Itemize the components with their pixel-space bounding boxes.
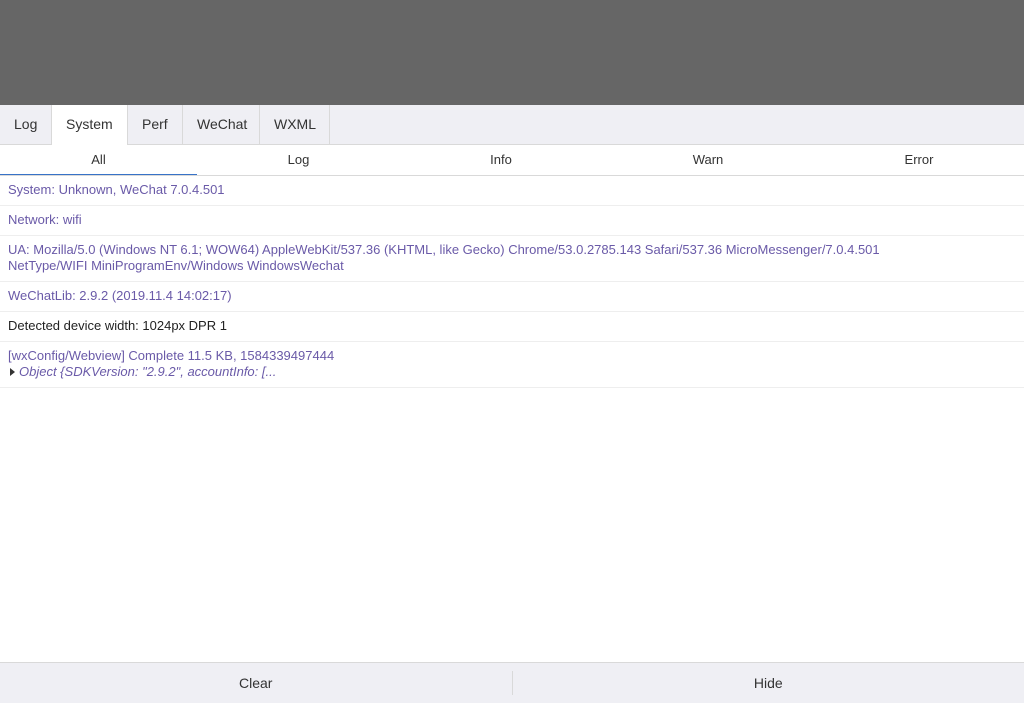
tab-log[interactable]: Log	[0, 105, 52, 144]
tab-perf[interactable]: Perf	[128, 105, 183, 144]
log-item-wxconfig: [wxConfig/Webview] Complete 11.5 KB, 158…	[0, 342, 1024, 388]
object-preview-toggle[interactable]: Object {SDKVersion: "2.9.2", accountInfo…	[8, 364, 1016, 380]
log-item-device-width: Detected device width: 1024px DPR 1	[0, 312, 1024, 342]
filter-all[interactable]: All	[0, 145, 197, 175]
log-wxconfig-text: [wxConfig/Webview] Complete 11.5 KB, 158…	[8, 348, 1016, 364]
filter-bar: All Log Info Warn Error	[0, 145, 1024, 176]
filter-info[interactable]: Info	[400, 145, 602, 175]
hide-button[interactable]: Hide	[513, 663, 1024, 703]
filter-error[interactable]: Error	[814, 145, 1024, 175]
tab-wechat[interactable]: WeChat	[183, 105, 260, 144]
log-list: System: Unknown, WeChat 7.0.4.501 Networ…	[0, 176, 1024, 388]
filter-warn[interactable]: Warn	[602, 145, 814, 175]
log-item-wechatlib: WeChatLib: 2.9.2 (2019.11.4 14:02:17)	[0, 282, 1024, 312]
clear-button[interactable]: Clear	[0, 663, 512, 703]
log-item-network: Network: wifi	[0, 206, 1024, 236]
filter-log[interactable]: Log	[197, 145, 400, 175]
tab-wxml[interactable]: WXML	[260, 105, 330, 144]
log-ua-line-2: NetType/WIFI MiniProgramEnv/Windows Wind…	[8, 258, 1016, 274]
expand-triangle-icon[interactable]	[10, 368, 15, 376]
overlay-mask[interactable]	[0, 0, 1024, 105]
tab-bar: Log System Perf WeChat WXML	[0, 105, 1024, 145]
vconsole-panel: Log System Perf WeChat WXML All Log Info…	[0, 105, 1024, 702]
log-item-user-agent: UA: Mozilla/5.0 (Windows NT 6.1; WOW64) …	[0, 236, 1024, 282]
object-preview-text: Object {SDKVersion: "2.9.2", accountInfo…	[19, 364, 276, 380]
bottom-toolbar: Clear Hide	[0, 662, 1024, 703]
tab-system[interactable]: System	[52, 105, 128, 145]
log-ua-line-1: UA: Mozilla/5.0 (Windows NT 6.1; WOW64) …	[8, 242, 1016, 258]
log-item-system: System: Unknown, WeChat 7.0.4.501	[0, 176, 1024, 206]
